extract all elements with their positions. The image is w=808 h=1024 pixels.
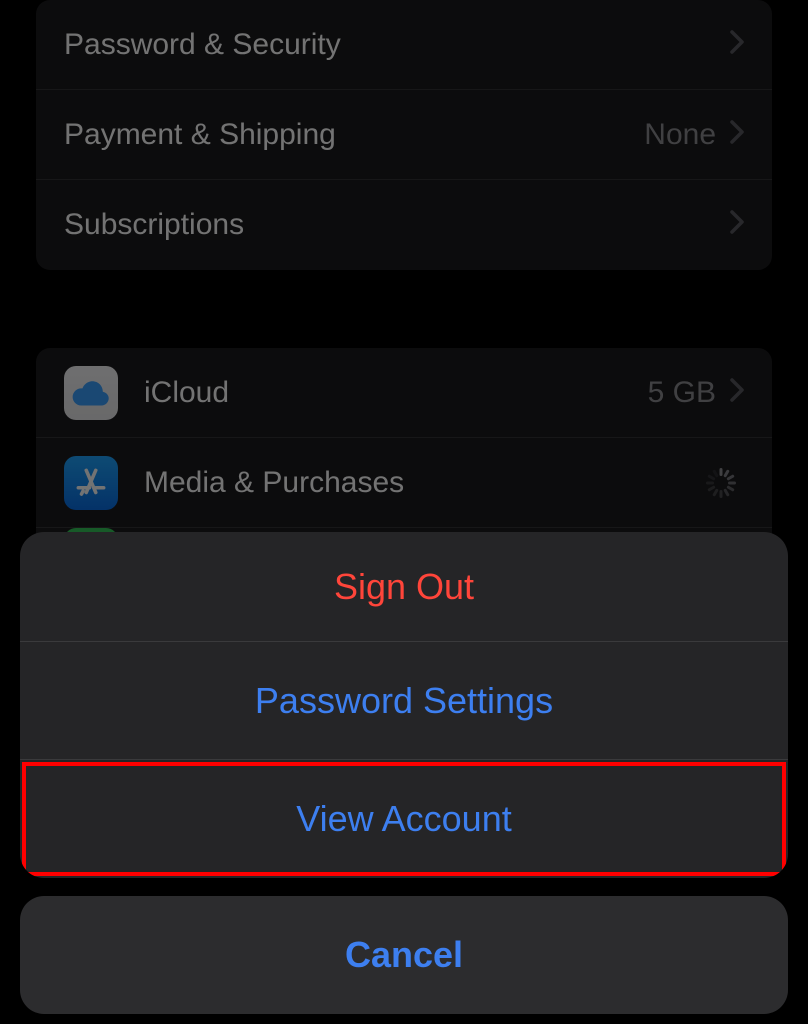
row-media-purchases[interactable]: Media & Purchases xyxy=(36,438,772,528)
row-label: Subscriptions xyxy=(64,208,730,242)
action-sheet: Sign Out Password Settings View Account … xyxy=(0,532,808,1024)
appstore-icon xyxy=(64,456,118,510)
icloud-icon xyxy=(64,366,118,420)
settings-group-services: iCloud 5 GB Media & Purchases xyxy=(36,348,772,558)
row-label: Media & Purchases xyxy=(144,466,704,500)
chevron-right-icon xyxy=(730,376,744,410)
row-label: iCloud xyxy=(144,376,648,410)
action-sheet-options: Sign Out Password Settings View Account xyxy=(20,532,788,878)
chevron-right-icon xyxy=(730,118,744,152)
chevron-right-icon xyxy=(730,208,744,242)
action-view-account[interactable]: View Account xyxy=(20,760,788,878)
settings-group-account: Password & Security Payment & Shipping N… xyxy=(36,0,772,270)
chevron-right-icon xyxy=(730,28,744,62)
row-password-security[interactable]: Password & Security xyxy=(36,0,772,90)
action-label: Sign Out xyxy=(334,566,474,608)
spinner-icon xyxy=(704,466,738,500)
row-label: Password & Security xyxy=(64,28,730,62)
row-value: 5 GB xyxy=(648,376,716,410)
action-password-settings[interactable]: Password Settings xyxy=(20,642,788,760)
action-sign-out[interactable]: Sign Out xyxy=(20,532,788,642)
row-subscriptions[interactable]: Subscriptions xyxy=(36,180,772,270)
row-payment-shipping[interactable]: Payment & Shipping None xyxy=(36,90,772,180)
cancel-label: Cancel xyxy=(345,934,463,976)
action-label: Password Settings xyxy=(255,680,553,722)
row-label: Payment & Shipping xyxy=(64,118,644,152)
settings-background: Password & Security Payment & Shipping N… xyxy=(0,0,808,558)
row-icloud[interactable]: iCloud 5 GB xyxy=(36,348,772,438)
action-cancel[interactable]: Cancel xyxy=(20,896,788,1014)
row-value: None xyxy=(644,118,716,152)
action-label: View Account xyxy=(296,798,511,840)
